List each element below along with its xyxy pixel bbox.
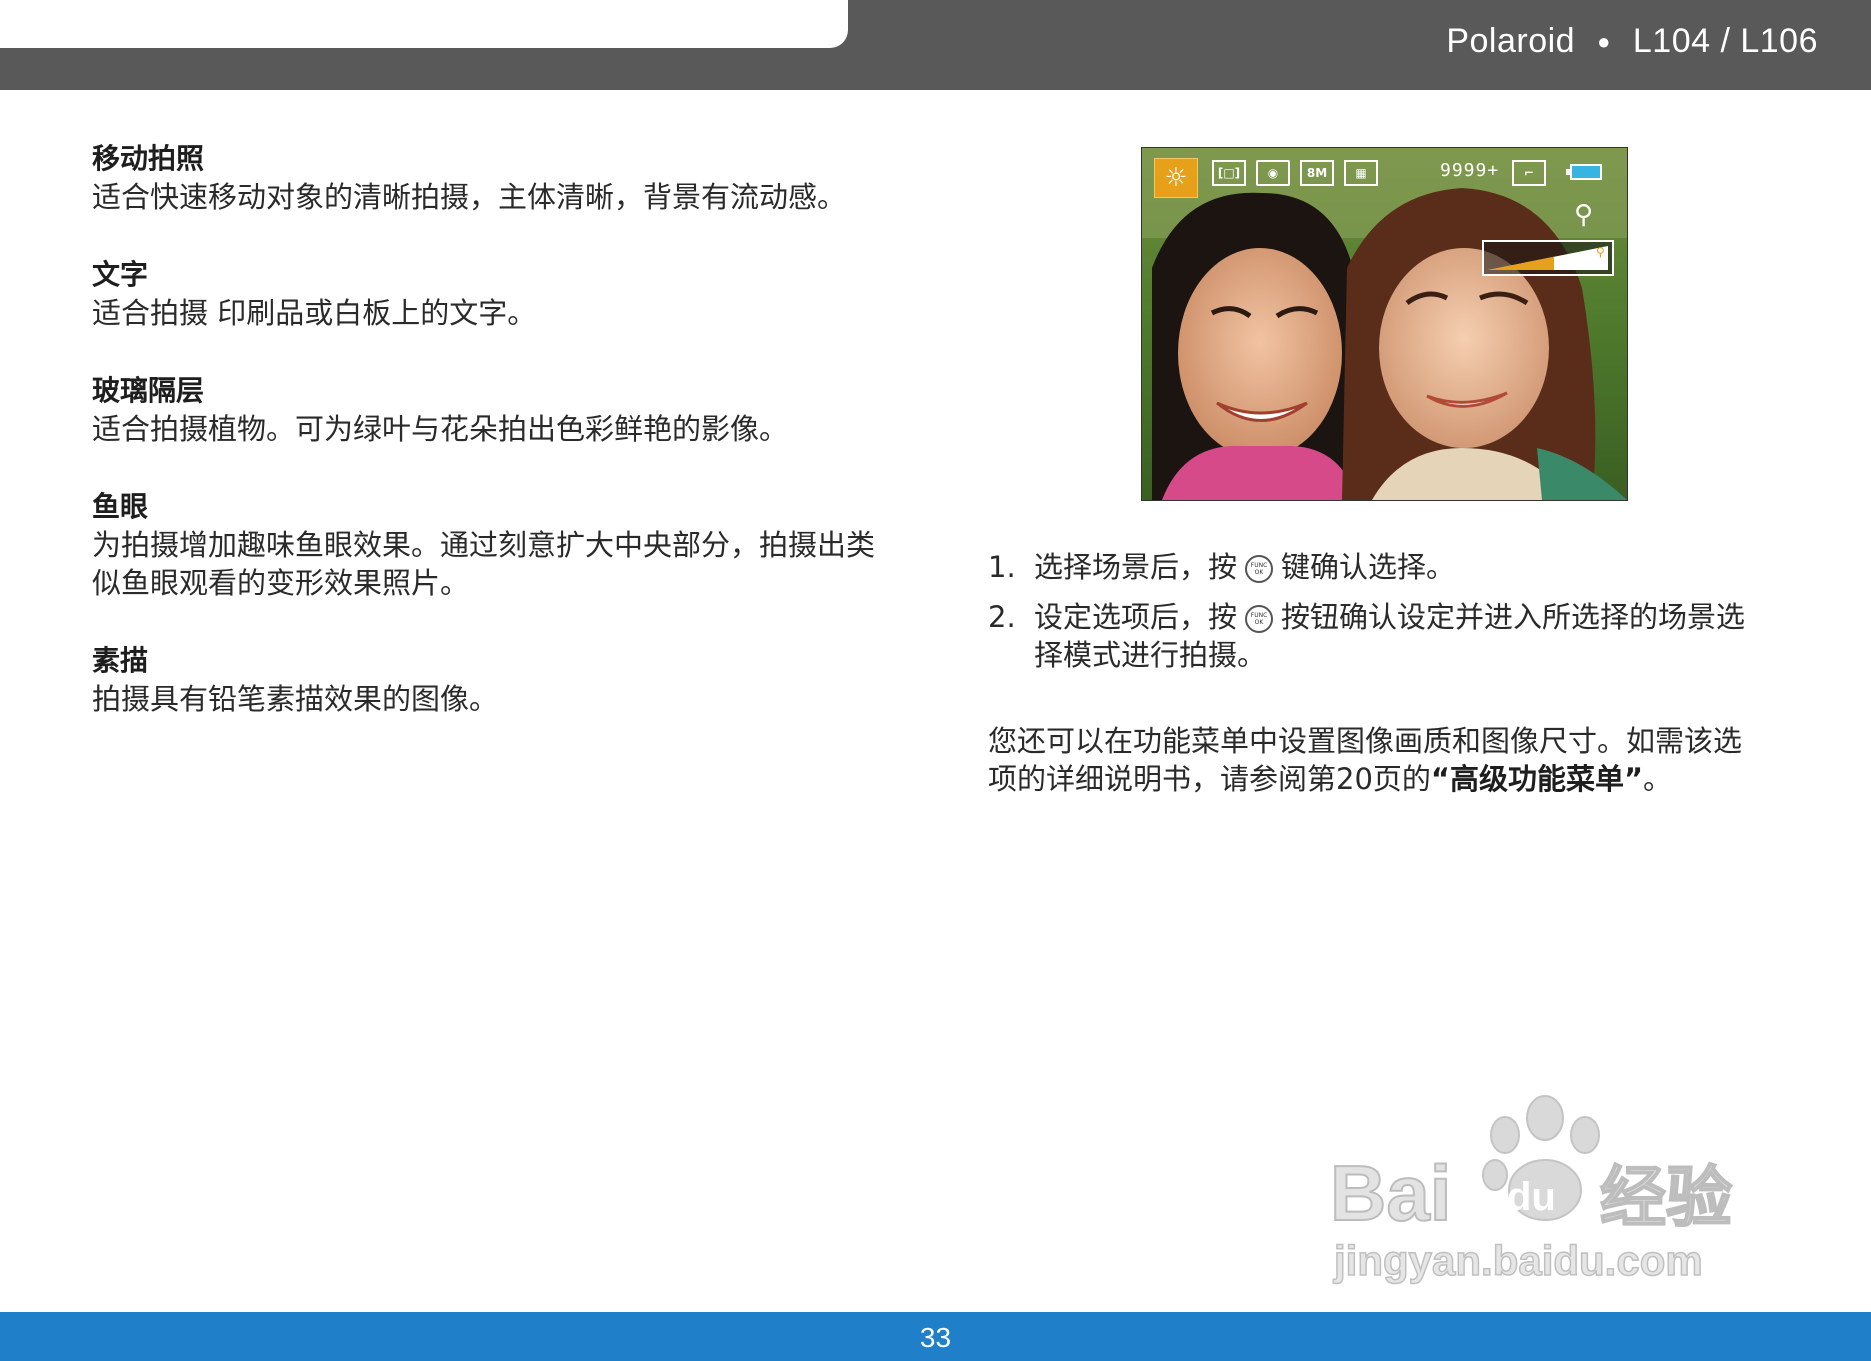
mode-title: 移动拍照 <box>92 142 205 175</box>
mode-title: 文字 <box>92 258 149 291</box>
step-number: 1. <box>988 550 1016 584</box>
mode-description: 拍摄具有铅笔素描效果的图像。 <box>92 682 499 716</box>
mode-description: 适合拍摄 印刷品或白板上的文字。 <box>92 296 537 330</box>
note-text-end: 。 <box>1643 762 1673 796</box>
step-text: 设定选项后，按 FUNC OK 按钮确认设定并进入所选择的场景选择模式进行拍摄。 <box>1034 598 1768 674</box>
brand-line: Polaroid ● L104 / L106 <box>1446 22 1818 61</box>
func-ok-button-icon: FUNC OK <box>1245 605 1274 633</box>
camera-lcd-preview: ☼ [□] ◉ 8M ▦ 9999+ ⌐ ⚲ ⚲ <box>1141 147 1628 501</box>
svg-text:du: du <box>1507 1175 1556 1219</box>
advanced-menu-note: 您还可以在功能菜单中设置图像画质和图像尺寸。如需该选项的详细说明书，请参阅第20… <box>988 722 1768 798</box>
brand-name: Polaroid <box>1446 22 1576 60</box>
mode-block: 素描 拍摄具有铅笔素描效果的图像。 <box>92 642 882 718</box>
step-item: 2. 设定选项后，按 FUNC OK 按钮确认设定并进入所选择的场景选择模式进行拍摄。 <box>988 598 1768 674</box>
battery-icon <box>1566 164 1602 180</box>
step-number: 2. <box>988 600 1016 634</box>
zoom-level-graphic: ⚲ <box>1488 245 1608 270</box>
resolution-icon: 8M <box>1300 160 1334 186</box>
model-name: L104 / L106 <box>1632 22 1818 60</box>
baidu-jingyan-watermark: Bai du 经验 jingyan.baidu.com <box>1320 1080 1770 1290</box>
svg-text:Bai: Bai <box>1330 1149 1451 1237</box>
note-quote-open: “ <box>1430 762 1450 796</box>
header-band: Polaroid ● L104 / L106 <box>0 0 1871 90</box>
zoom-icon: ⚲ <box>1574 200 1594 230</box>
advanced-menu-reference: 高级功能菜单 <box>1449 762 1624 796</box>
scene-mode-list: 移动拍照 适合快速移动对象的清晰拍摄，主体清晰，背景有流动感。 文字 适合拍摄 … <box>92 140 882 758</box>
step-text-before: 选择场景后，按 <box>1034 550 1238 584</box>
step-text: 选择场景后，按 FUNC OK 键确认选择。 <box>1034 548 1455 586</box>
mode-title: 素描 <box>92 644 149 677</box>
metering-icon: ◉ <box>1256 160 1290 186</box>
svg-text:⚲: ⚲ <box>1596 245 1605 259</box>
brand-separator: ● <box>1597 28 1611 54</box>
step-text-after: 键确认选择。 <box>1281 550 1456 584</box>
sd-card-icon: ⌐ <box>1512 160 1546 186</box>
mode-description: 适合拍摄植物。可为绿叶与花朵拍出色彩鲜艳的影像。 <box>92 412 789 446</box>
selfie-photo <box>1142 148 1627 500</box>
svg-text:经验: 经验 <box>1600 1159 1732 1236</box>
baidu-paw-logo: Bai du 经验 jingyan.baidu.com <box>1329 1095 1733 1285</box>
mode-description: 为拍摄增加趣味鱼眼效果。通过刻意扩大中央部分，拍摄出类似鱼眼观看的变形效果照片。 <box>92 528 876 600</box>
step-item: 1. 选择场景后，按 FUNC OK 键确认选择。 <box>988 548 1768 586</box>
svg-text:jingyan.baidu.com: jingyan.baidu.com <box>1333 1237 1703 1284</box>
header-tab <box>0 0 848 48</box>
footer-band: 33 <box>0 1312 1871 1361</box>
mode-title: 鱼眼 <box>92 490 149 523</box>
quality-icon: ▦ <box>1344 160 1378 186</box>
scene-mode-icon: ☼ <box>1154 158 1198 198</box>
zoom-level-bar: ⚲ <box>1482 240 1614 276</box>
mode-title: 玻璃隔层 <box>92 374 205 407</box>
mode-block: 玻璃隔层 适合拍摄植物。可为绿叶与花朵拍出色彩鲜艳的影像。 <box>92 372 882 448</box>
instruction-steps: 1. 选择场景后，按 FUNC OK 键确认选择。 2. 设定选项后，按 FUNC OK 按… <box>988 548 1768 686</box>
mode-block: 移动拍照 适合快速移动对象的清晰拍摄，主体清晰，背景有流动感。 <box>92 140 882 216</box>
mode-block: 鱼眼 为拍摄增加趣味鱼眼效果。通过刻意扩大中央部分，拍摄出类似鱼眼观看的变形效果… <box>92 488 882 602</box>
note-quote-close: ” <box>1623 762 1644 796</box>
page-number: 33 <box>919 1322 952 1353</box>
step-text-before: 设定选项后，按 <box>1034 600 1238 634</box>
mode-description: 适合快速移动对象的清晰拍摄，主体清晰，背景有流动感。 <box>92 180 847 214</box>
focus-area-icon: [□] <box>1212 160 1246 186</box>
shots-remaining: 9999+ <box>1440 160 1500 181</box>
func-ok-button-icon: FUNC OK <box>1245 555 1274 583</box>
mode-block: 文字 适合拍摄 印刷品或白板上的文字。 <box>92 256 882 332</box>
